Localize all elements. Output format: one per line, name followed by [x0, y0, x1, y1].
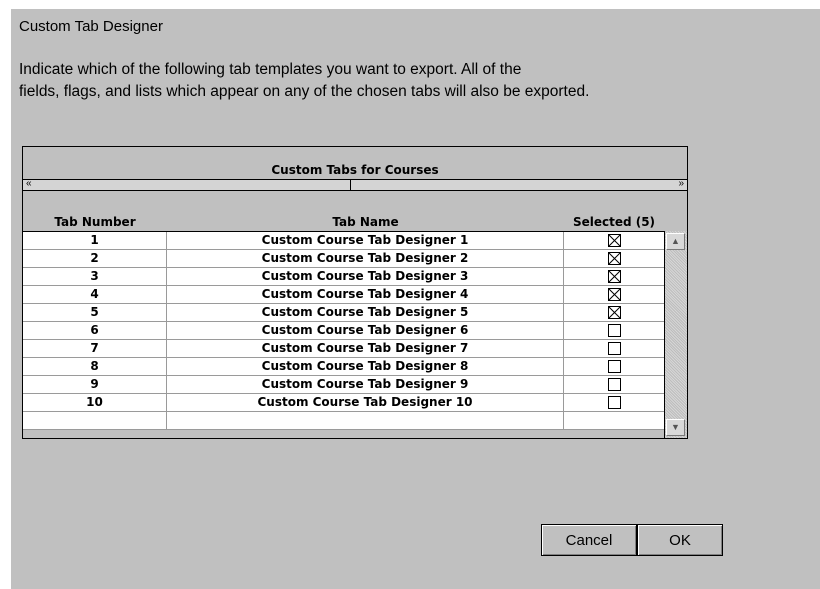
table-row[interactable]: 5 Custom Course Tab Designer 5 — [23, 304, 664, 322]
ok-button[interactable]: OK — [637, 524, 723, 556]
tab-number-cell: 5 — [23, 304, 167, 321]
table-row[interactable]: 4 Custom Course Tab Designer 4 — [23, 286, 664, 304]
tab-name-cell — [167, 412, 564, 429]
column-header-tab-number[interactable]: Tab Number — [23, 215, 167, 229]
table-row[interactable]: 6 Custom Course Tab Designer 6 — [23, 322, 664, 340]
table-row[interactable]: 8 Custom Course Tab Designer 8 — [23, 358, 664, 376]
tab-name-cell: Custom Course Tab Designer 8 — [167, 358, 564, 375]
unchecked-checkbox[interactable] — [607, 324, 621, 337]
selected-cell — [564, 268, 664, 285]
selected-cell — [564, 394, 664, 411]
column-header-selected[interactable]: Selected (5) — [564, 215, 664, 229]
dialog-title: Custom Tab Designer — [19, 18, 163, 35]
scroll-down-icon[interactable]: ▼ — [666, 419, 685, 436]
column-header-tab-name[interactable]: Tab Name — [167, 215, 564, 229]
instructions-line-2: fields, flags, and lists which appear on… — [19, 83, 590, 100]
unchecked-checkbox[interactable] — [607, 342, 621, 355]
table-row[interactable]: 3 Custom Course Tab Designer 3 — [23, 268, 664, 286]
table-row[interactable]: 9 Custom Course Tab Designer 9 — [23, 376, 664, 394]
selected-cell — [564, 286, 664, 303]
checked-checkbox[interactable] — [607, 288, 621, 301]
tab-name-cell: Custom Course Tab Designer 2 — [167, 250, 564, 267]
unchecked-checkbox[interactable] — [607, 396, 621, 409]
table-row[interactable]: 7 Custom Course Tab Designer 7 — [23, 340, 664, 358]
tab-number-cell: 6 — [23, 322, 167, 339]
horizontal-scrollbar[interactable]: « » — [23, 178, 687, 191]
scroll-up-icon[interactable]: ▲ — [666, 233, 685, 250]
table-row[interactable] — [23, 412, 664, 430]
tab-number-cell: 8 — [23, 358, 167, 375]
custom-tabs-grid: Custom Tabs for Courses « » Tab Number T… — [22, 146, 688, 439]
tab-name-cell: Custom Course Tab Designer 6 — [167, 322, 564, 339]
table-row[interactable]: 1 Custom Course Tab Designer 1 — [23, 232, 664, 250]
table-row[interactable]: 2 Custom Course Tab Designer 2 — [23, 250, 664, 268]
tab-number-cell: 1 — [23, 232, 167, 249]
checked-checkbox[interactable] — [607, 234, 621, 247]
selected-cell — [564, 340, 664, 357]
checked-checkbox[interactable] — [607, 252, 621, 265]
scroll-thumb-divider[interactable] — [350, 180, 351, 190]
selected-cell — [564, 322, 664, 339]
x-mark-icon — [608, 289, 620, 300]
grid-title: Custom Tabs for Courses — [271, 163, 439, 177]
tab-name-cell: Custom Course Tab Designer 5 — [167, 304, 564, 321]
selected-cell — [564, 250, 664, 267]
custom-tab-designer-dialog: Custom Tab Designer Indicate which of th… — [10, 8, 820, 589]
x-mark-icon — [608, 307, 620, 318]
tab-number-cell: 7 — [23, 340, 167, 357]
selected-cell — [564, 232, 664, 249]
tab-number-cell: 3 — [23, 268, 167, 285]
vertical-scrollbar[interactable]: ▲ ▼ — [664, 231, 687, 438]
tab-number-cell: 2 — [23, 250, 167, 267]
tab-name-cell: Custom Course Tab Designer 9 — [167, 376, 564, 393]
scroll-right-icon[interactable]: » — [678, 178, 684, 190]
tab-number-cell: 9 — [23, 376, 167, 393]
table-row[interactable]: 10 Custom Course Tab Designer 10 — [23, 394, 664, 412]
x-mark-icon — [608, 235, 620, 246]
x-mark-icon — [608, 271, 620, 282]
selected-cell — [564, 412, 664, 429]
selected-cell — [564, 304, 664, 321]
scroll-left-icon[interactable]: « — [26, 178, 32, 190]
tab-name-cell: Custom Course Tab Designer 1 — [167, 232, 564, 249]
tab-name-cell: Custom Course Tab Designer 10 — [167, 394, 564, 411]
cancel-button[interactable]: Cancel — [541, 524, 637, 556]
tab-table-body: 1 Custom Course Tab Designer 1 2 Custom Cou… — [23, 231, 664, 430]
tab-number-cell — [23, 412, 167, 429]
tab-name-cell: Custom Course Tab Designer 4 — [167, 286, 564, 303]
checked-checkbox[interactable] — [607, 270, 621, 283]
selected-cell — [564, 358, 664, 375]
tab-number-cell: 4 — [23, 286, 167, 303]
instructions-line-1: Indicate which of the following tab temp… — [19, 61, 522, 78]
unchecked-checkbox[interactable] — [607, 360, 621, 373]
tab-number-cell: 10 — [23, 394, 167, 411]
tab-name-cell: Custom Course Tab Designer 3 — [167, 268, 564, 285]
x-mark-icon — [608, 253, 620, 264]
tab-name-cell: Custom Course Tab Designer 7 — [167, 340, 564, 357]
selected-cell — [564, 376, 664, 393]
instructions-text: Indicate which of the following tab temp… — [19, 59, 759, 103]
unchecked-checkbox[interactable] — [607, 378, 621, 391]
checked-checkbox[interactable] — [607, 306, 621, 319]
